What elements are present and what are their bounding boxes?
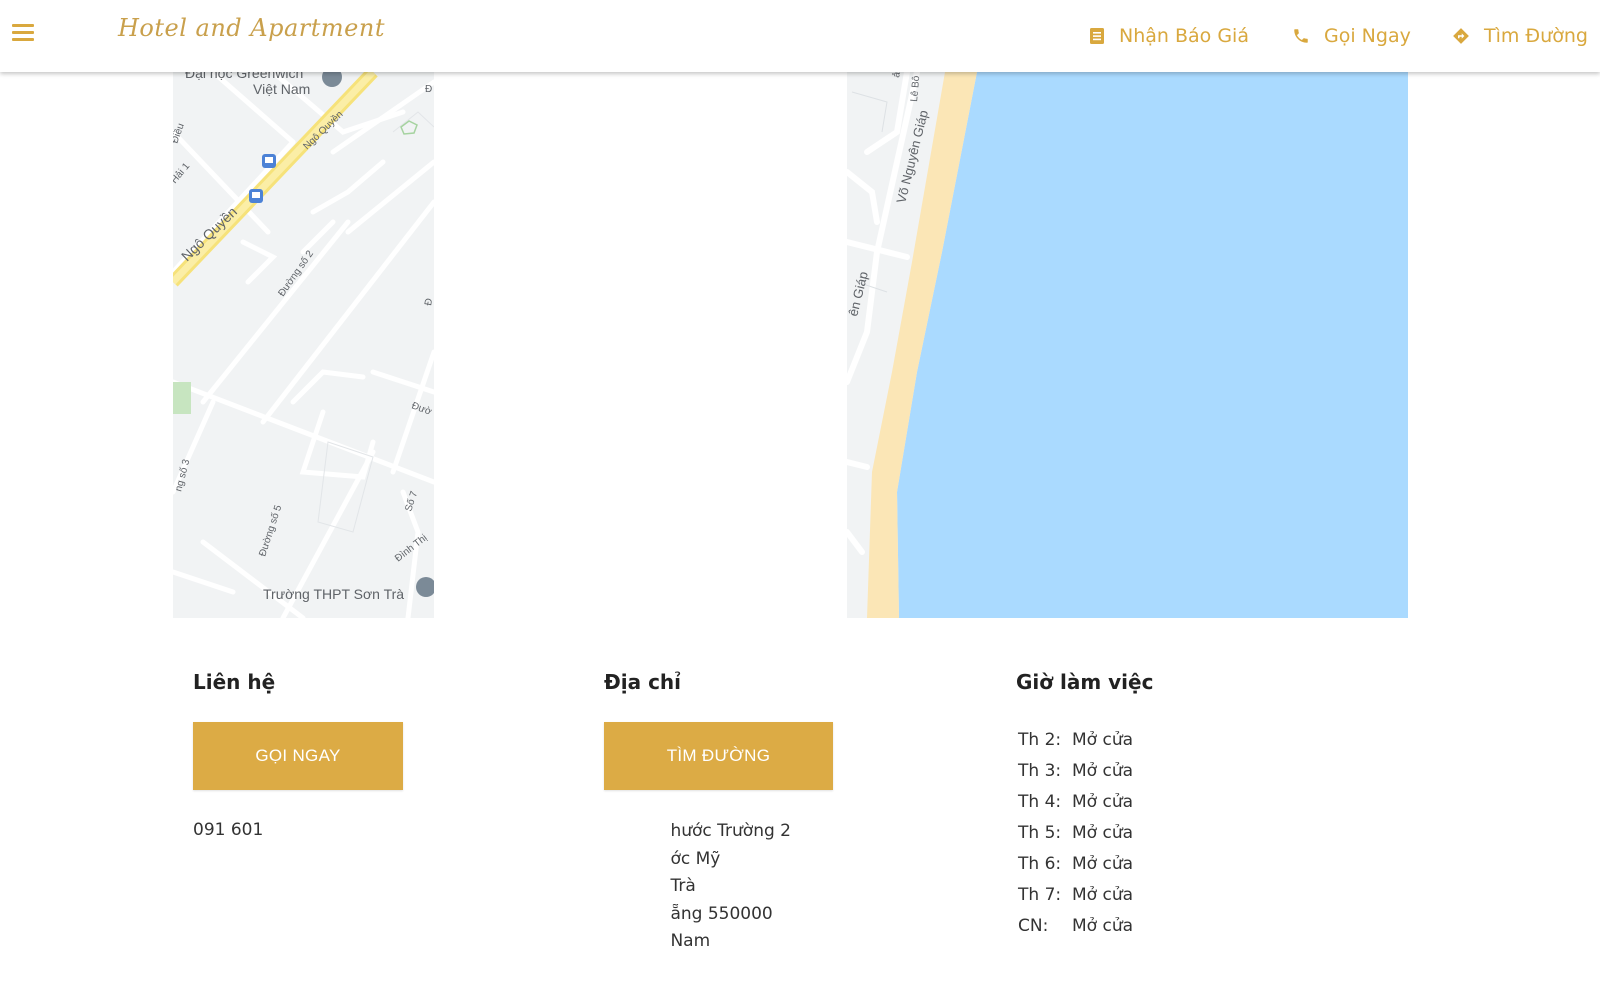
hours-day: Th 3: <box>1018 760 1062 781</box>
address-line: Trà <box>670 876 696 896</box>
nav-get-quote[interactable]: Nhận Báo Giá <box>1089 22 1249 50</box>
phone-number[interactable]: 091 601 <box>193 820 263 840</box>
hours-status: Mở cửa <box>1072 791 1134 812</box>
hours-day: Th 4: <box>1018 791 1062 812</box>
hours-status: Mở cửa <box>1072 884 1134 905</box>
hours-status: Mở cửa <box>1072 760 1134 781</box>
opening-hours-table: Th 2: Mở cửa Th 3: Mở cửa Th 4: Mở cửa Th 5… <box>1018 724 1133 941</box>
nav-directions-label: Tìm Đường <box>1484 25 1588 47</box>
map-label-university: Đại học Greenwich <box>185 72 303 81</box>
map-label-so: ả <box>891 72 903 79</box>
map-label-le-bo: Lê Bô <box>909 75 922 102</box>
hours-status: Mở cửa <box>1072 729 1134 750</box>
nav-call-now[interactable]: Gọi Ngay <box>1292 22 1411 50</box>
map-left[interactable]: Đại học Greenwich Việt Nam Ngô Quyền Ngô… <box>173 72 434 618</box>
address-line: ớc Mỹ <box>670 848 721 869</box>
phone-icon <box>1294 29 1308 43</box>
document-icon <box>1090 28 1104 44</box>
hours-day: Th 5: <box>1018 822 1062 843</box>
hours-row: Th 5: Mở cửa <box>1018 817 1133 848</box>
call-now-button[interactable]: GỌI NGAY <box>193 722 403 790</box>
map-right[interactable]: Võ Nguyên Giáp ên Giáp Lê Bô ả <box>847 72 1408 618</box>
address-line: hước Trường 2 <box>670 821 791 841</box>
brand-logo[interactable]: Hotel and Apartment <box>118 14 385 42</box>
hours-day: CN: <box>1018 915 1049 936</box>
hours-row: Th 2: Mở cửa <box>1018 724 1133 755</box>
hours-status: Mở cửa <box>1072 915 1134 936</box>
address-line: ẵng 550000 <box>670 903 773 924</box>
hours-status: Mở cửa <box>1072 822 1134 843</box>
map-label-d-edge: Đ <box>425 84 432 95</box>
hours-row: Th 4: Mở cửa <box>1018 786 1133 817</box>
hours-day: Th 7: <box>1018 884 1062 905</box>
hours-status: Mở cửa <box>1072 853 1134 874</box>
hours-day: Th 6: <box>1018 853 1062 874</box>
hours-row: CN: Mở cửa <box>1018 910 1133 941</box>
address-line: Nam <box>670 931 711 951</box>
nav-directions[interactable]: Tìm Đường <box>1452 22 1588 50</box>
hours-title: Giờ làm việc <box>1016 670 1154 694</box>
address-text: hước Trường 2 ớc Mỹ Trà ẵng 550000 Nam <box>641 818 791 958</box>
map-label-school: Trường THPT Sơn Trà <box>263 586 404 602</box>
nav-get-quote-label: Nhận Báo Giá <box>1119 25 1249 47</box>
hours-row: Th 7: Mở cửa <box>1018 879 1133 910</box>
map-label-university-country: Việt Nam <box>253 81 310 97</box>
hours-day: Th 2: <box>1018 729 1062 750</box>
directions-button[interactable]: TÌM ĐƯỜNG <box>604 722 833 790</box>
hours-row: Th 6: Mở cửa <box>1018 848 1133 879</box>
directions-icon <box>1453 28 1469 44</box>
address-title: Địa chỉ <box>604 670 682 694</box>
nav-call-now-label: Gọi Ngay <box>1324 25 1411 47</box>
hours-row: Th 3: Mở cửa <box>1018 755 1133 786</box>
contact-title: Liên hệ <box>193 670 276 694</box>
top-navbar: Hotel and Apartment Nhận Báo Giá Gọi Nga… <box>0 0 1600 72</box>
hamburger-menu-icon[interactable] <box>12 24 36 44</box>
